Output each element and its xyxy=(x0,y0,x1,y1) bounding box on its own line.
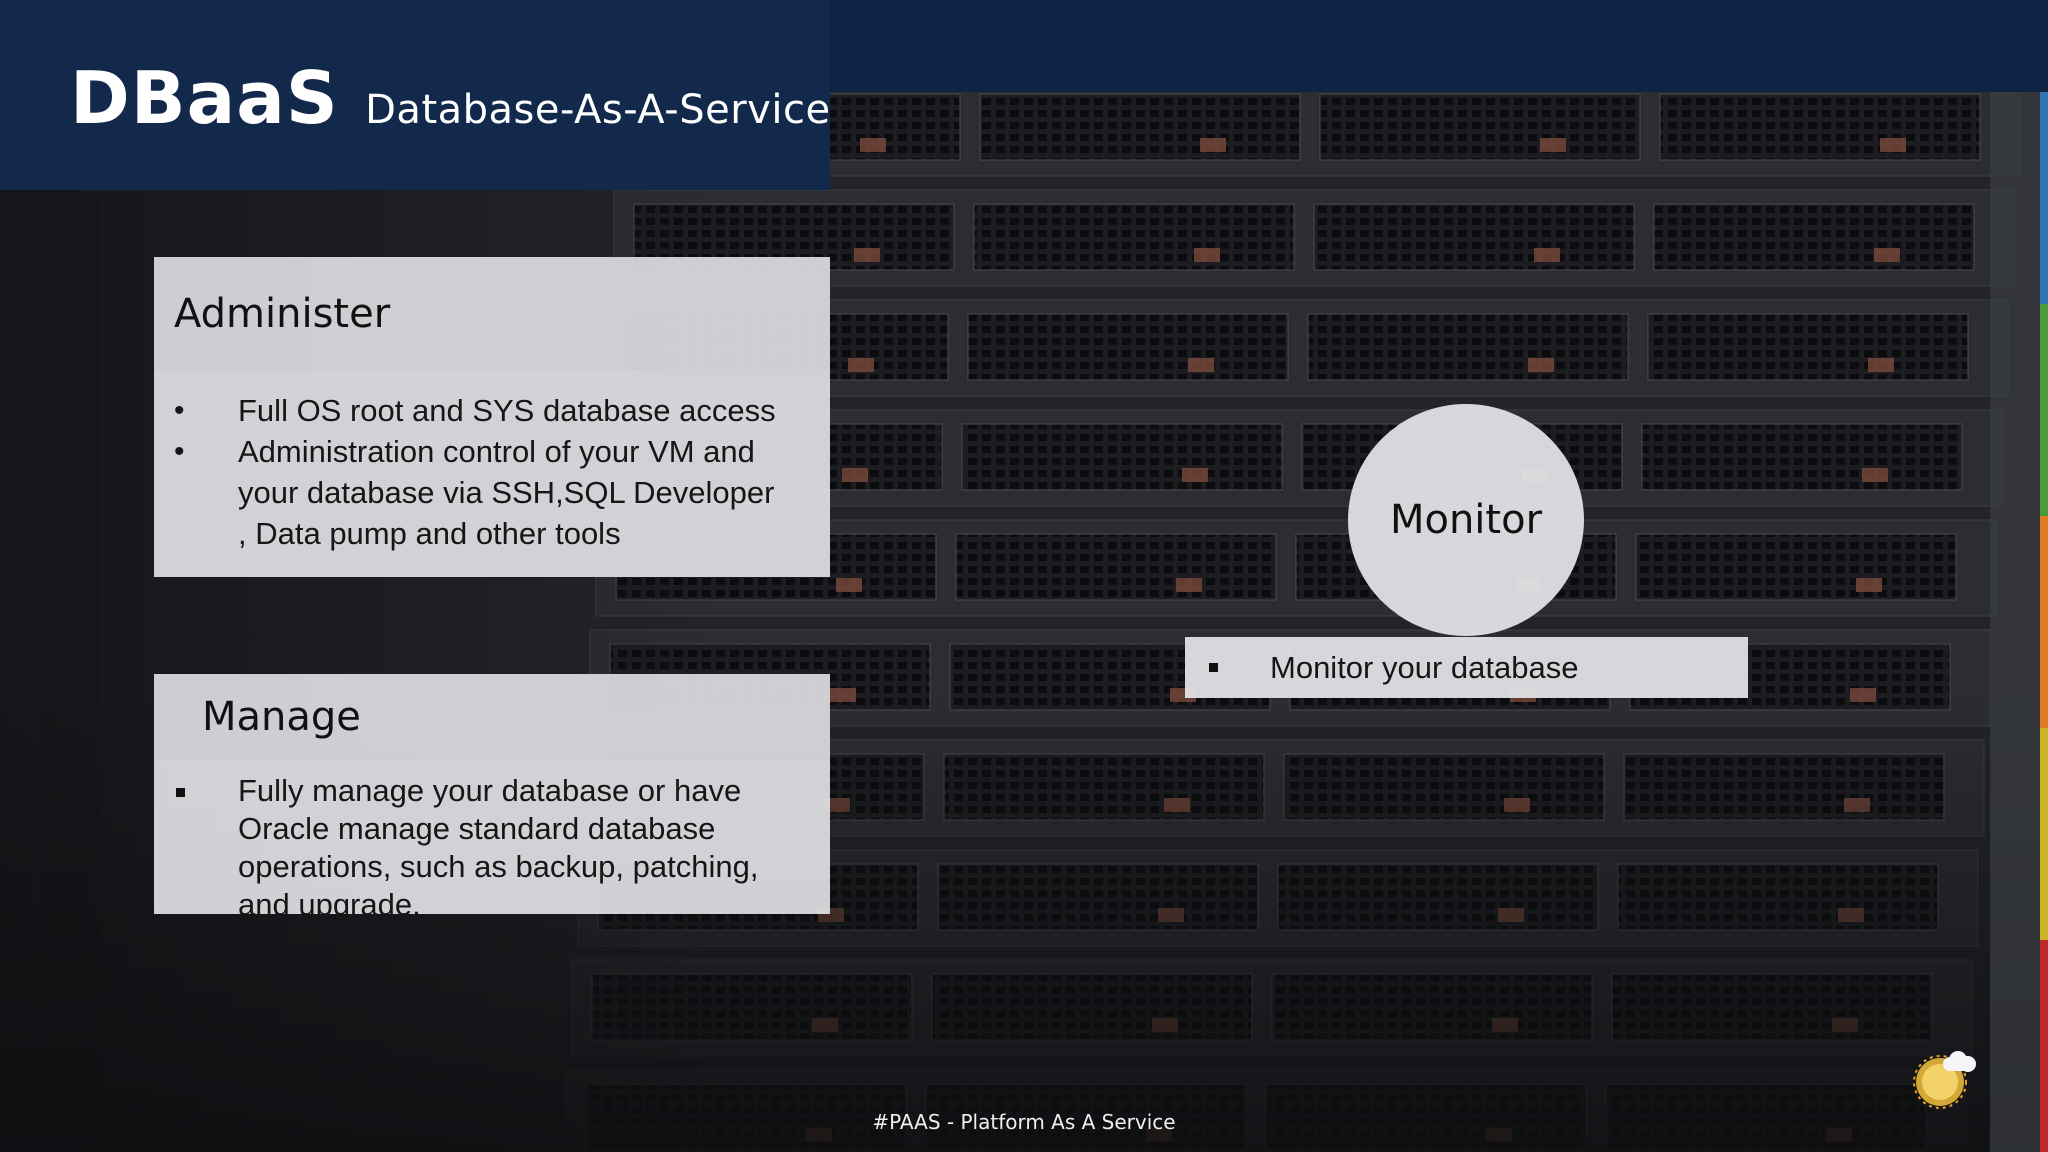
title-main: DBaaS xyxy=(70,56,339,140)
square-bullet-icon xyxy=(176,788,185,797)
list-item-text: Full OS root and SYS database access xyxy=(238,393,776,428)
list-item: Fully manage your database or have Oracl… xyxy=(154,772,830,924)
list-item-text: Administration control of your VM and yo… xyxy=(238,434,775,551)
monitor-box: Monitor your database xyxy=(1185,637,1748,698)
monitor-item-text: Monitor your database xyxy=(1270,649,1579,685)
administer-heading: Administer xyxy=(154,257,830,370)
title-subtitle: Database-As-A-Service xyxy=(365,87,831,133)
manage-panel: Manage Fully manage your database or hav… xyxy=(154,674,830,922)
sun-cloud-icon xyxy=(1913,1051,1976,1109)
monitor-heading: Monitor xyxy=(1389,497,1543,543)
manage-heading: Manage xyxy=(154,674,830,760)
list-item: • Administration control of your VM and … xyxy=(154,431,830,554)
monitor-circle: Monitor xyxy=(1348,404,1584,636)
bullet-icon: • xyxy=(174,435,185,468)
footer-text: #PAAS - Platform As A Service xyxy=(872,1110,1176,1134)
slide: DBaaS Database-As-A-Service Administer •… xyxy=(0,0,2048,1152)
square-bullet-icon xyxy=(1209,663,1218,672)
color-strip xyxy=(2040,92,2048,1152)
administer-list: • Full OS root and SYS database access •… xyxy=(154,370,830,554)
manage-list: Fully manage your database or have Oracl… xyxy=(154,760,830,924)
administer-panel: Administer • Full OS root and SYS databa… xyxy=(154,257,830,577)
list-item-text: Fully manage your database or have Oracl… xyxy=(238,773,759,922)
list-item: • Full OS root and SYS database access xyxy=(154,390,830,431)
bullet-icon: • xyxy=(174,394,185,427)
slide-title: DBaaS Database-As-A-Service xyxy=(70,56,831,140)
